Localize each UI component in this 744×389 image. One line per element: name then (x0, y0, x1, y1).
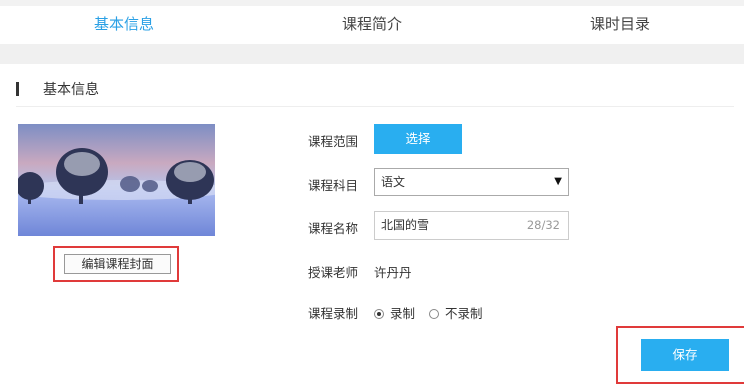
subject-label: 课程科目 (308, 178, 359, 193)
course-cover-image (18, 124, 215, 236)
record-option-yes[interactable]: 录制 (374, 306, 415, 321)
edit-cover-button[interactable]: 编辑课程封面 (64, 254, 171, 274)
range-label: 课程范围 (308, 134, 359, 149)
course-name-input[interactable]: 北国的雪 28/32 (374, 211, 569, 240)
tab-bar: 基本信息 课程简介 课时目录 (0, 6, 744, 50)
record-options: 录制 不录制 (374, 303, 493, 322)
teacher-value: 许丹丹 (374, 265, 412, 280)
record-option-no[interactable]: 不录制 (429, 306, 483, 321)
tab-basic-info[interactable]: 基本信息 (0, 6, 248, 44)
tab-lesson-catalog[interactable]: 课时目录 (496, 6, 744, 44)
radio-unchecked-icon[interactable] (429, 309, 439, 319)
name-label: 课程名称 (308, 221, 359, 236)
section-title: 基本信息 (43, 82, 99, 98)
subject-select[interactable]: 语文 ▼ (374, 168, 569, 196)
select-range-button[interactable]: 选择 (374, 124, 462, 154)
course-name-value: 北国的雪 (381, 218, 430, 232)
radio-checked-icon[interactable] (374, 309, 384, 319)
record-label: 课程录制 (308, 306, 359, 321)
section-divider (16, 106, 734, 107)
save-button[interactable]: 保存 (641, 339, 729, 371)
tab-course-intro[interactable]: 课程简介 (248, 6, 496, 44)
subject-value: 语文 (381, 175, 406, 189)
teacher-label: 授课老师 (308, 265, 359, 280)
section-marker (16, 82, 19, 96)
dropdown-arrow-icon: ▼ (554, 176, 562, 187)
tab-separator (0, 44, 744, 64)
char-counter: 28/32 (526, 218, 560, 232)
